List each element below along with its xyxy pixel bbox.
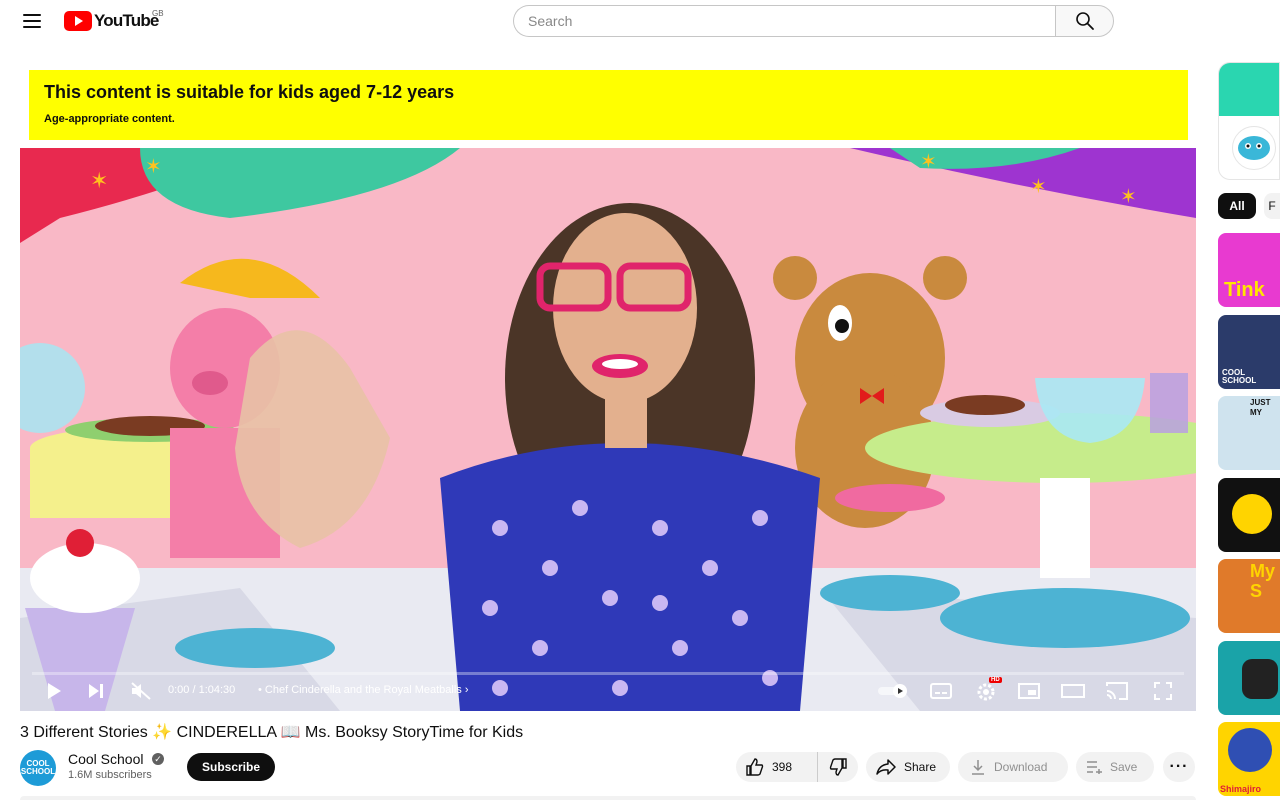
svg-text:✶: ✶ bbox=[1030, 174, 1047, 198]
like-dislike-group: 398 bbox=[736, 752, 858, 782]
like-button[interactable]: 398 bbox=[736, 752, 818, 782]
thumbs-down-icon bbox=[829, 758, 847, 776]
dislike-button[interactable] bbox=[818, 752, 858, 782]
play-icon bbox=[48, 683, 61, 699]
recommended-thumbnail[interactable]: My S bbox=[1218, 559, 1280, 633]
fullscreen-icon bbox=[1154, 682, 1172, 700]
search-icon bbox=[1075, 12, 1094, 30]
recommended-thumbnail[interactable]: COOL SCHOOL bbox=[1218, 315, 1280, 389]
thumbnail-art bbox=[1242, 659, 1278, 699]
more-actions-button[interactable]: ··· bbox=[1163, 752, 1195, 782]
thumbnail-label: My S bbox=[1250, 561, 1276, 601]
thumbnail-label: COOL SCHOOL bbox=[1222, 368, 1257, 385]
download-label: Download bbox=[994, 760, 1048, 774]
share-label: Share bbox=[904, 760, 937, 774]
search-input[interactable] bbox=[513, 5, 1056, 37]
recommended-thumbnail[interactable] bbox=[1218, 641, 1280, 715]
subscribe-button[interactable]: Subscribe bbox=[187, 753, 275, 781]
settings-button[interactable]: HD bbox=[974, 677, 1002, 703]
monster-logo-icon bbox=[1238, 136, 1270, 160]
video-player[interactable]: ✶ ✶ ✶ ✶ ✶ 0:00 / 1:04:30 • Chef Cinderel… bbox=[20, 148, 1196, 711]
theater-button[interactable] bbox=[1060, 679, 1086, 703]
youtube-play-icon bbox=[64, 11, 92, 31]
chapter-title[interactable]: • Chef Cinderella and the Royal Meatball… bbox=[258, 684, 469, 696]
description-box[interactable] bbox=[20, 796, 1196, 800]
playlist-add-icon bbox=[1087, 761, 1102, 774]
autoplay-icon bbox=[878, 684, 907, 698]
chip-filter[interactable]: F bbox=[1264, 193, 1280, 219]
cast-button[interactable] bbox=[1104, 679, 1130, 703]
thumbnail-label: Tink bbox=[1224, 279, 1265, 301]
thumbnail-art bbox=[1228, 728, 1272, 772]
svg-text:✶: ✶ bbox=[145, 154, 162, 178]
thumbs-up-icon bbox=[746, 758, 764, 776]
player-controls: 0:00 / 1:04:30 • Chef Cinderella and the… bbox=[20, 671, 1196, 711]
channel-name[interactable]: Cool School bbox=[68, 751, 144, 767]
share-button[interactable]: Share bbox=[866, 752, 950, 782]
hd-badge: HD bbox=[989, 677, 1002, 683]
autoplay-toggle[interactable] bbox=[876, 679, 910, 703]
masthead: YouTube GB bbox=[0, 0, 1280, 42]
chapter-label: Chef Cinderella and the Royal Meatballs bbox=[264, 684, 462, 696]
thumbnail-label: JUST MY bbox=[1250, 398, 1271, 417]
cast-icon bbox=[1106, 682, 1128, 700]
thumbnail-art bbox=[1232, 494, 1272, 534]
more-icon: ··· bbox=[1169, 758, 1189, 775]
share-icon bbox=[876, 759, 896, 775]
video-title: 3 Different Stories ✨ CINDERELLA 📖 Ms. B… bbox=[20, 724, 524, 741]
next-icon bbox=[89, 684, 103, 698]
volume-muted-icon bbox=[131, 682, 151, 700]
miniplayer-icon bbox=[1018, 683, 1040, 699]
channel-avatar[interactable]: COOL SCHOOL bbox=[20, 750, 56, 786]
ad-banner bbox=[1219, 63, 1279, 116]
chip-all[interactable]: All bbox=[1218, 193, 1256, 219]
gear-icon bbox=[977, 683, 995, 701]
theater-icon bbox=[1061, 684, 1085, 698]
miniplayer-button[interactable] bbox=[1016, 679, 1042, 703]
like-count: 398 bbox=[772, 760, 793, 774]
subtitles-button[interactable] bbox=[928, 679, 954, 703]
verified-icon: ✓ bbox=[152, 753, 164, 765]
recommended-thumbnail[interactable]: Shimajiro bbox=[1218, 722, 1280, 796]
recommended-thumbnail[interactable]: Tink bbox=[1218, 233, 1280, 307]
download-icon bbox=[972, 760, 984, 775]
age-banner-subtitle: Age-appropriate content. bbox=[44, 113, 175, 125]
svg-text:✶: ✶ bbox=[920, 149, 937, 173]
logo-text: YouTube bbox=[94, 11, 159, 30]
subtitles-icon bbox=[930, 683, 952, 699]
recommended-thumbnail[interactable]: JUST MY bbox=[1218, 396, 1280, 470]
save-button[interactable]: Save bbox=[1076, 752, 1154, 782]
svg-text:✶: ✶ bbox=[1120, 184, 1137, 208]
next-button[interactable] bbox=[84, 679, 108, 703]
thumbnail-label: Shimajiro bbox=[1220, 784, 1262, 794]
region-code: GB bbox=[152, 9, 164, 18]
age-banner: This content is suitable for kids aged 7… bbox=[29, 70, 1188, 140]
play-button[interactable] bbox=[42, 679, 66, 703]
fullscreen-button[interactable] bbox=[1150, 679, 1176, 703]
download-button[interactable]: Download bbox=[958, 752, 1068, 782]
svg-text:✶: ✶ bbox=[90, 169, 108, 194]
age-banner-title: This content is suitable for kids aged 7… bbox=[44, 82, 455, 102]
channel-avatar-text: COOL SCHOOL bbox=[20, 759, 56, 776]
save-label: Save bbox=[1110, 760, 1138, 774]
search-button[interactable] bbox=[1055, 5, 1114, 37]
video-frame: ✶ ✶ ✶ ✶ ✶ bbox=[20, 148, 1196, 711]
subscriber-count: 1.6M subscribers bbox=[68, 769, 152, 781]
recommended-thumbnail[interactable] bbox=[1218, 478, 1280, 552]
time-display: 0:00 / 1:04:30 bbox=[168, 684, 236, 696]
youtube-logo[interactable]: YouTube bbox=[64, 11, 159, 31]
menu-icon[interactable] bbox=[18, 9, 46, 33]
mute-button[interactable] bbox=[128, 679, 154, 703]
ad-logo[interactable] bbox=[1232, 126, 1276, 170]
